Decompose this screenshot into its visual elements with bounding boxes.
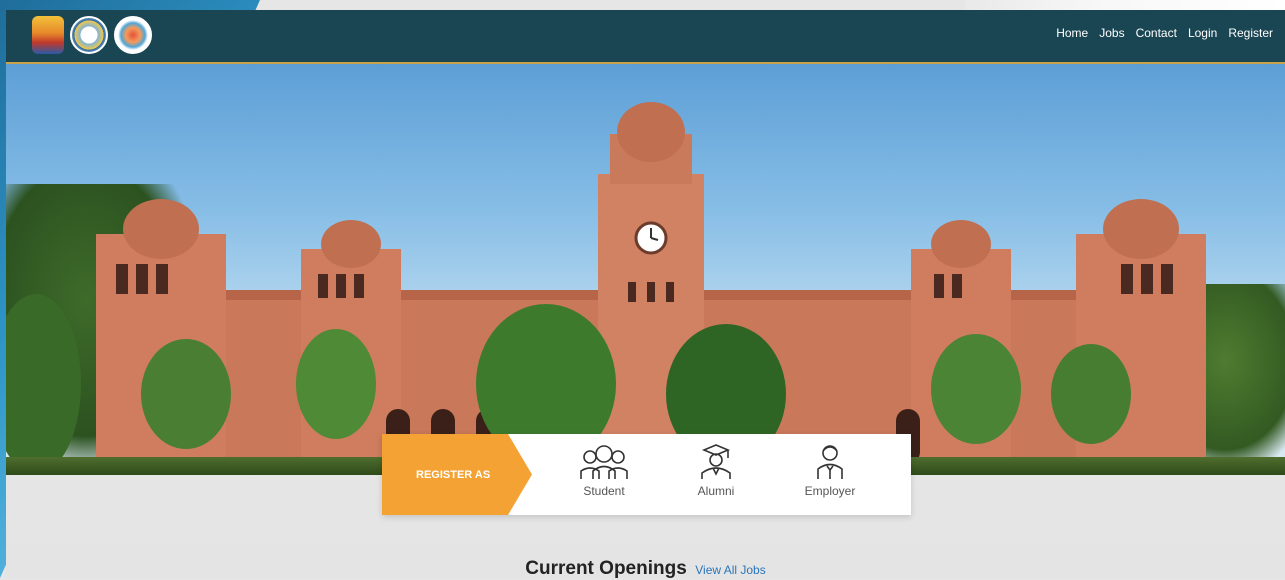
hero-image (6, 64, 1285, 475)
register-employer-label: Employer (804, 484, 856, 498)
nav-home[interactable]: Home (1056, 26, 1088, 40)
employer-icon (817, 445, 843, 479)
register-as-label: REGISTER AS (382, 434, 532, 515)
register-student-label: Student (583, 484, 625, 498)
nav-login[interactable]: Login (1188, 26, 1217, 40)
register-alumni-label: Alumni (697, 484, 735, 498)
university-building-illustration (6, 102, 1206, 474)
seal-logo (70, 16, 108, 54)
graduate-icon (701, 444, 731, 479)
register-student-option[interactable]: Student (564, 444, 644, 510)
nav-contact[interactable]: Contact (1136, 26, 1177, 40)
navbar: Home Jobs Contact Login Register (6, 10, 1285, 64)
puao-logo (114, 16, 152, 54)
logo-group (32, 16, 152, 54)
view-all-jobs-link[interactable]: View All Jobs (695, 563, 765, 577)
nav-jobs[interactable]: Jobs (1099, 26, 1124, 40)
register-alumni-option[interactable]: Alumni (676, 444, 756, 510)
nav-register[interactable]: Register (1228, 26, 1273, 40)
students-icon (580, 445, 628, 479)
register-as-bar: REGISTER AS Student Alumni Employer (382, 434, 911, 515)
current-openings-header: Current Openings View All Jobs (6, 558, 1285, 580)
register-employer-option[interactable]: Employer (790, 444, 870, 510)
punjab-university-logo[interactable] (32, 16, 64, 54)
nav-links: Home Jobs Contact Login Register (1056, 26, 1273, 40)
current-openings-title: Current Openings (525, 558, 687, 579)
page-card: Home Jobs Contact Login Register REGISTE… (6, 10, 1285, 580)
